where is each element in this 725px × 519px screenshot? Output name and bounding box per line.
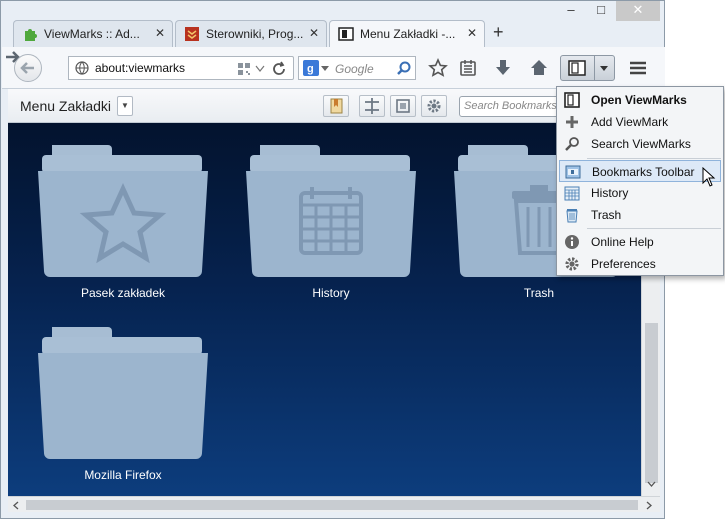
plus-icon bbox=[566, 116, 578, 128]
info-icon bbox=[565, 235, 579, 249]
tab-close-icon[interactable]: ✕ bbox=[309, 26, 319, 40]
viewmarks-icon bbox=[338, 27, 354, 41]
search-icon[interactable] bbox=[397, 61, 411, 75]
scroll-down-arrow-icon[interactable] bbox=[647, 481, 656, 487]
url-text: about:viewmarks bbox=[95, 61, 186, 75]
download-icon[interactable] bbox=[493, 58, 513, 78]
folder-label: Pasek zakładek bbox=[80, 286, 166, 300]
navigation-toolbar: about:viewmarks g Google bbox=[2, 47, 665, 89]
tab-sterowniki[interactable]: Sterowniki, Prog... ✕ bbox=[175, 20, 327, 47]
mouse-cursor-icon bbox=[702, 167, 716, 187]
search-bookmarks-input[interactable]: Search Bookmarks bbox=[459, 96, 560, 117]
magnifier-icon bbox=[565, 137, 579, 151]
new-tab-button[interactable]: + bbox=[493, 22, 504, 43]
menu-item-label: Trash bbox=[591, 208, 622, 222]
window-caption-buttons: – □ ✕ bbox=[514, 1, 664, 21]
google-icon[interactable]: g bbox=[303, 60, 319, 76]
scrollbar-thumb[interactable] bbox=[26, 500, 638, 510]
folder-pasek-zakladek[interactable]: Pasek zakładek bbox=[38, 141, 208, 321]
tab-menu-zakladki[interactable]: Menu Zakładki -... ✕ bbox=[329, 20, 485, 48]
split-divider bbox=[594, 56, 595, 80]
calendar-icon bbox=[564, 186, 580, 201]
gear-icon bbox=[427, 99, 441, 113]
bookmark-star-icon[interactable] bbox=[428, 58, 448, 78]
menu-item-label: Search ViewMarks bbox=[591, 137, 691, 151]
fullscreen-button[interactable] bbox=[390, 95, 416, 117]
import-bookmarks-button[interactable] bbox=[323, 95, 349, 117]
menu-item-preferences[interactable]: Preferences bbox=[559, 253, 721, 275]
settings-button[interactable] bbox=[421, 95, 447, 117]
scroll-right-arrow-icon[interactable] bbox=[646, 501, 652, 510]
trash-icon bbox=[566, 209, 578, 223]
menu-separator bbox=[587, 158, 721, 159]
maximize-button[interactable]: □ bbox=[588, 1, 614, 21]
folder-mozilla-firefox[interactable]: Mozilla Firefox bbox=[38, 323, 208, 496]
folder-icon bbox=[246, 145, 416, 277]
folder-label: Mozilla Firefox bbox=[84, 468, 162, 482]
qr-code-icon[interactable] bbox=[237, 62, 251, 76]
menu-item-trash[interactable]: Trash bbox=[559, 204, 721, 226]
sort-icon bbox=[365, 98, 379, 114]
arrange-button[interactable] bbox=[359, 95, 385, 117]
folder-dropdown-button[interactable]: ▼ bbox=[117, 96, 133, 116]
search-placeholder: Google bbox=[335, 62, 374, 76]
menu-item-bookmarks-toolbar[interactable]: Bookmarks Toolbar bbox=[559, 160, 721, 182]
reload-icon[interactable] bbox=[271, 61, 287, 77]
tab-close-icon[interactable]: ✕ bbox=[155, 26, 165, 40]
close-window-button[interactable]: ✕ bbox=[616, 1, 660, 21]
menu-item-open-viewmarks[interactable]: Open ViewMarks bbox=[559, 89, 721, 111]
minimize-button[interactable]: – bbox=[558, 1, 584, 21]
menu-item-label: History bbox=[591, 186, 629, 200]
gear-icon bbox=[565, 257, 579, 271]
search-bar[interactable]: g Google bbox=[298, 56, 416, 80]
folder-label: Trash bbox=[523, 286, 555, 300]
tab-label: Sterowniki, Prog... bbox=[206, 27, 304, 41]
arrow-left-icon bbox=[20, 62, 34, 74]
menu-item-label: Add ViewMark bbox=[591, 115, 669, 129]
globe-icon bbox=[75, 61, 89, 75]
viewmarks-icon bbox=[568, 60, 586, 76]
menu-item-history[interactable]: History bbox=[559, 182, 721, 204]
toolbar-icon bbox=[565, 165, 581, 179]
menu-item-label: Bookmarks Toolbar bbox=[592, 165, 695, 179]
folder-icon bbox=[38, 145, 208, 277]
expand-icon bbox=[396, 99, 410, 113]
menu-item-online-help[interactable]: Online Help bbox=[559, 231, 721, 253]
menu-item-label: Preferences bbox=[591, 257, 656, 271]
chevron-down-icon[interactable] bbox=[321, 66, 329, 72]
menu-item-add-viewmark[interactable]: Add ViewMark bbox=[559, 111, 721, 133]
url-bar[interactable]: about:viewmarks bbox=[68, 56, 294, 80]
viewmarks-icon bbox=[564, 92, 580, 108]
tab-close-icon[interactable]: ✕ bbox=[467, 26, 477, 40]
folder-grid: Pasek zakładek History Trash Mozilla Fir… bbox=[8, 123, 641, 496]
tab-strip: ViewMarks :: Ad... ✕ Sterowniki, Prog...… bbox=[13, 20, 533, 48]
viewmarks-dropdown-menu: Open ViewMarks Add ViewMark Search ViewM… bbox=[556, 86, 724, 276]
tab-label: Menu Zakładki -... bbox=[360, 27, 456, 41]
reading-list-icon[interactable] bbox=[458, 58, 478, 78]
hamburger-menu-icon[interactable] bbox=[628, 58, 648, 78]
site-favicon bbox=[185, 27, 199, 41]
menu-item-search-viewmarks[interactable]: Search ViewMarks bbox=[559, 133, 721, 155]
home-icon[interactable] bbox=[529, 58, 549, 78]
scroll-left-arrow-icon[interactable] bbox=[13, 501, 19, 510]
folder-label: History bbox=[312, 286, 350, 300]
svg-text:g: g bbox=[307, 63, 314, 75]
folder-history[interactable]: History bbox=[246, 141, 416, 321]
page-title: Menu Zakładki bbox=[20, 98, 112, 114]
menu-separator bbox=[587, 228, 721, 229]
bookmark-file-icon bbox=[330, 98, 343, 114]
folder-icon bbox=[38, 327, 208, 459]
tab-label: ViewMarks :: Ad... bbox=[44, 27, 140, 41]
puzzle-icon bbox=[25, 29, 37, 41]
tab-viewmarks-addon[interactable]: ViewMarks :: Ad... ✕ bbox=[13, 20, 173, 47]
menu-item-label: Online Help bbox=[591, 235, 654, 249]
back-button[interactable] bbox=[14, 54, 42, 82]
chevron-down-icon[interactable] bbox=[599, 65, 609, 72]
viewmarks-toolbar-button[interactable] bbox=[560, 55, 615, 81]
scrollbar-thumb[interactable] bbox=[645, 323, 658, 483]
menu-item-label: Open ViewMarks bbox=[591, 93, 687, 107]
chevron-down-icon[interactable] bbox=[255, 65, 265, 73]
horizontal-scrollbar[interactable] bbox=[8, 496, 660, 512]
